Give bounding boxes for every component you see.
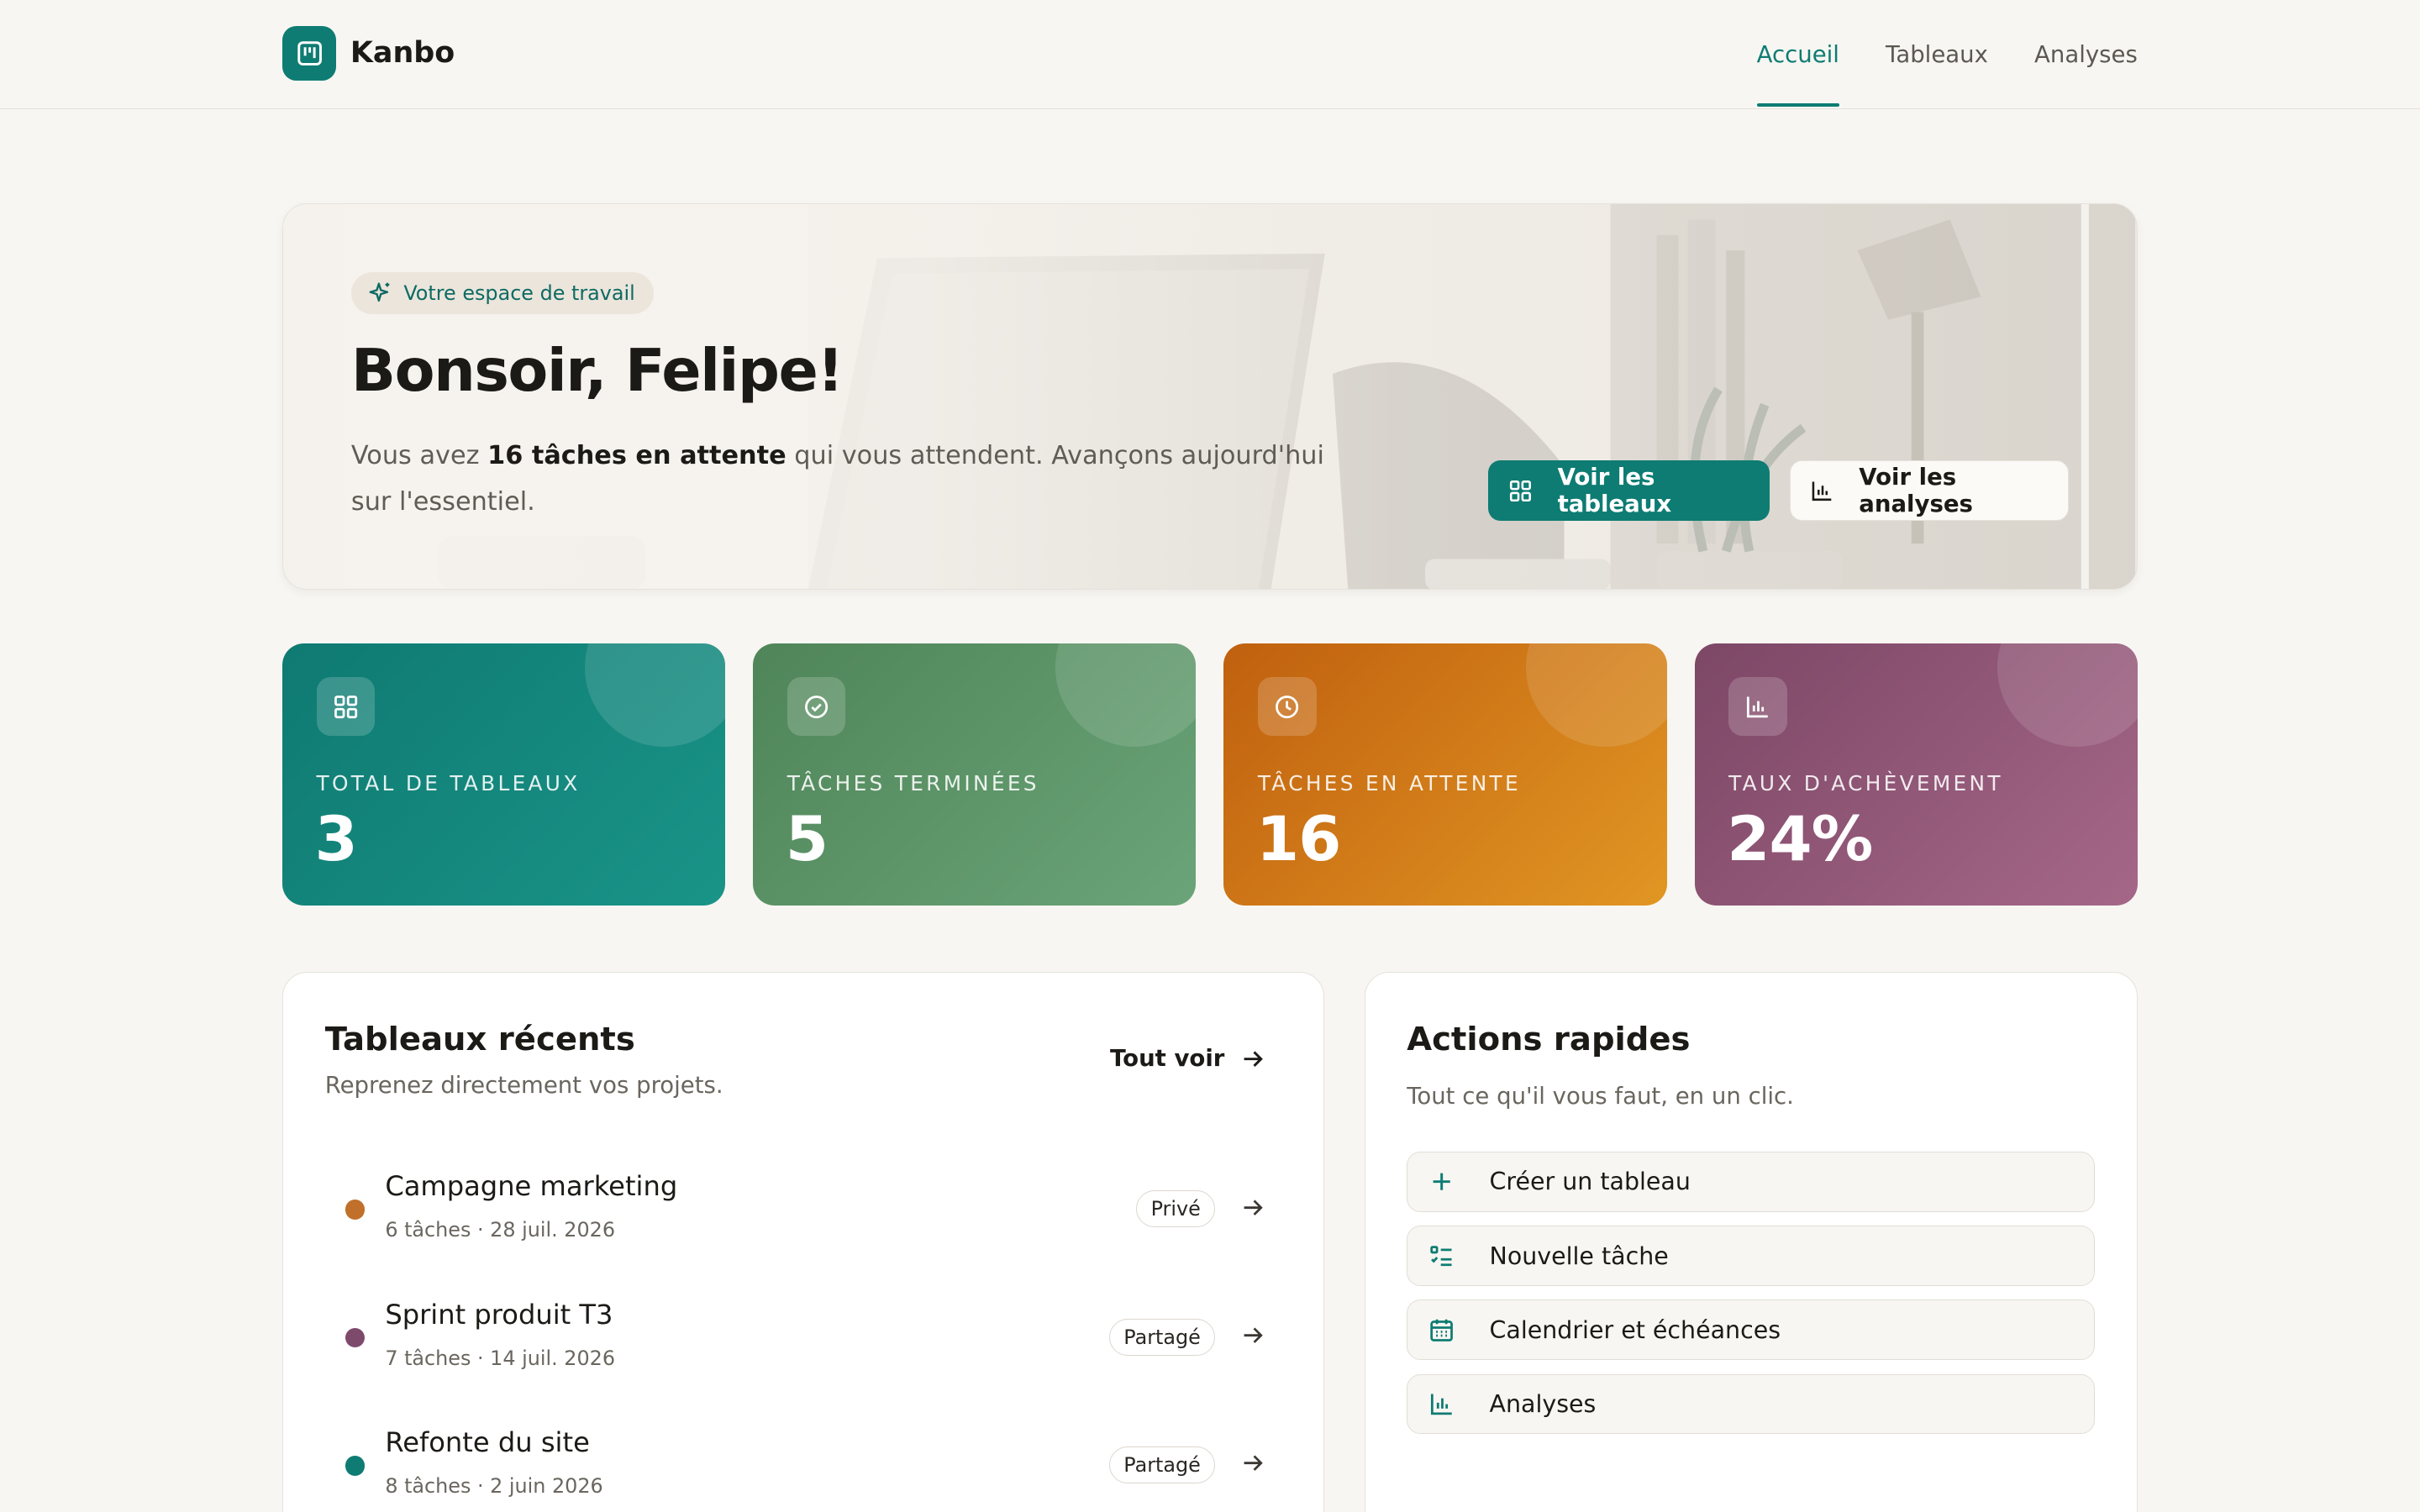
visibility-badge: Partagé [1108,1446,1216,1484]
grid-icon [316,677,376,737]
board-name: Sprint produit T3 [385,1298,613,1331]
recent-boards-subtitle: Reprenez directement vos projets. [324,1071,723,1099]
recent-boards-title: Tableaux récents [324,1021,635,1059]
view-boards-button[interactable]: Voir les tableaux [1488,460,1770,521]
create-board-action[interactable]: Créer un tableau [1407,1152,2096,1212]
board-meta: 6 tâches · 28 juil. 2026 [385,1218,615,1242]
logo[interactable]: Kanbo [282,26,455,81]
view-analytics-button[interactable]: Voir les analyses [1789,460,2069,521]
main-nav: Accueil Tableaux Analyses [1756,0,2138,109]
view-analytics-label: Voir les analyses [1859,464,1973,518]
workspace-chip: Votre espace de travail [350,272,654,314]
plus-icon [1407,1169,1476,1194]
stat-label: TÂCHES TERMINÉES [786,771,1039,796]
subtitle-prefix: Vous avez [350,441,488,471]
stat-value: 5 [785,803,829,875]
calendar-icon [1407,1317,1476,1343]
analytics-action[interactable]: Analyses [1407,1373,2096,1435]
decorative-circle [1526,643,1667,747]
view-boards-label: Voir les tableaux [1557,464,1672,518]
action-label: Analyses [1489,1389,1597,1418]
greeting-subtitle: Vous avez 16 tâches en attente qui vous … [351,433,1339,525]
hero-banner: Votre espace de travail Bonsoir, Felipe!… [282,203,2138,590]
action-label: Créer un tableau [1489,1168,1691,1196]
board-row-refonte-du-site[interactable]: Refonte du site 8 tâches · 2 juin 2026 P… [325,1417,1265,1498]
grid-icon [1510,480,1532,501]
quick-actions-title: Actions rapides [1407,1021,1691,1059]
board-row-sprint-produit[interactable]: Sprint produit T3 7 tâches · 14 juil. 20… [325,1289,1265,1370]
action-label: Calendrier et échéances [1489,1315,1781,1344]
stat-card-completed-tasks[interactable]: TÂCHES TERMINÉES 5 [753,643,1197,906]
stat-card-pending-tasks[interactable]: TÂCHES EN ATTENTE 16 [1223,643,1667,906]
nav-item-accueil[interactable]: Accueil [1756,0,1839,109]
board-color-dot [345,1455,366,1476]
stat-label: TÂCHES EN ATTENTE [1257,771,1521,796]
visibility-badge: Partagé [1108,1318,1216,1356]
stat-card-completion-rate[interactable]: TAUX D'ACHÈVEMENT 24% [1694,643,2138,906]
nav-item-tableaux[interactable]: Tableaux [1886,0,1988,109]
board-color-dot [345,1327,366,1348]
board-color-dot [345,1200,366,1220]
kanban-logo-icon [282,26,337,81]
stat-label: TAUX D'ACHÈVEMENT [1728,771,2003,796]
decorative-circle [1996,643,2138,747]
sparkle-icon [369,282,390,302]
see-all-label: Tout voir [1110,1045,1225,1073]
app-name: Kanbo [350,36,455,71]
see-all-button[interactable]: Tout voir [1110,1045,1265,1072]
board-name: Refonte du site [385,1426,590,1459]
board-name: Campagne marketing [385,1170,678,1203]
quick-actions-subtitle: Tout ce qu'il vous faut, en un clic. [1407,1082,1794,1110]
workspace-chip-label: Votre espace de travail [403,281,635,306]
visibility-badge: Privé [1136,1190,1216,1228]
arrow-right-icon [1244,1200,1263,1215]
stat-value: 24% [1727,803,1873,875]
checklist-icon [1407,1243,1476,1269]
pending-tasks-highlight: 16 tâches en attente [487,441,786,471]
board-meta: 7 tâches · 14 juil. 2026 [385,1346,615,1370]
bar-chart-icon [1728,677,1787,737]
nav-item-analyses[interactable]: Analyses [2034,0,2138,109]
recent-boards-panel: Tableaux récents Reprenez directement vo… [282,972,1324,1512]
arrow-right-icon [1244,1051,1263,1067]
quick-actions-panel: Actions rapides Tout ce qu'il vous faut,… [1364,972,2138,1512]
stat-value: 16 [1256,803,1341,875]
check-circle-icon [786,677,846,737]
arrow-right-icon [1244,1455,1263,1472]
decorative-circle [585,643,726,747]
stat-card-total-boards[interactable]: TOTAL DE TABLEAUX 3 [282,643,726,906]
action-label: Nouvelle tâche [1489,1242,1669,1270]
stat-value: 3 [314,803,358,875]
bar-chart-icon [1812,481,1832,501]
decorative-circle [1055,643,1197,747]
stat-label: TOTAL DE TABLEAUX [316,771,581,796]
bar-chart-icon [1407,1391,1476,1417]
board-meta: 8 tâches · 2 juin 2026 [385,1474,603,1499]
calendar-action[interactable]: Calendrier et échéances [1407,1299,2096,1361]
board-row-campagne-marketing[interactable]: Campagne marketing 6 tâches · 28 juil. 2… [325,1161,1265,1242]
clock-icon [1257,677,1317,737]
new-task-action[interactable]: Nouvelle tâche [1407,1226,2096,1286]
stats-row: TOTAL DE TABLEAUX 3 TÂCHES TERMINÉES 5 T… [282,643,2138,906]
greeting-title: Bonsoir, Felipe! [350,337,844,406]
top-bar: Kanbo Accueil Tableaux Analyses [0,0,2420,110]
arrow-right-icon [1244,1327,1263,1343]
